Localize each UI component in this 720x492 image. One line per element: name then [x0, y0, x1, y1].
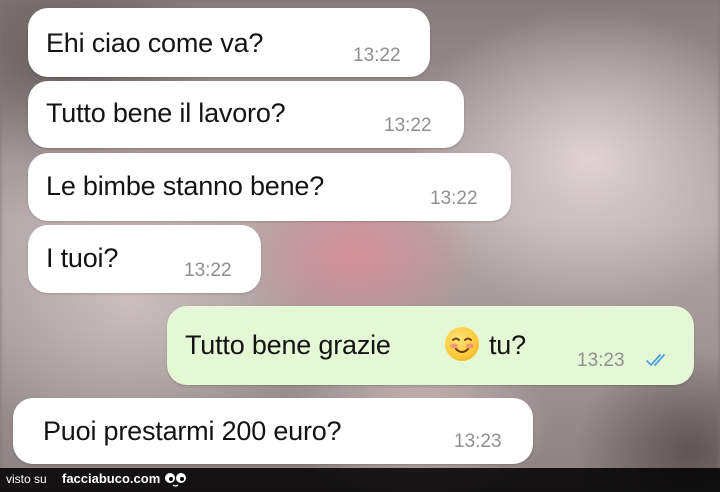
message-text: Puoi prestarmi 200 euro? — [43, 416, 342, 446]
message-timestamp: 13:22 — [430, 188, 478, 209]
message-timestamp: 13:23 — [454, 431, 502, 452]
message-timestamp: 13:22 — [353, 45, 401, 66]
message-bubble-incoming[interactable]: Tutto bene il lavoro? 13:22 — [28, 81, 464, 148]
watermark-footer-bar: visto su facciabuco.com — [0, 468, 720, 492]
smiling-face-with-blush-icon — [445, 327, 479, 361]
message-text-continued: tu? — [489, 330, 526, 360]
double-check-read-icon — [645, 352, 675, 368]
message-bubble-incoming[interactable]: I tuoi? 13:22 — [28, 225, 261, 293]
message-bubble-incoming[interactable]: Le bimbe stanno bene? 13:22 — [28, 153, 511, 221]
footer-visto-label: visto su — [6, 472, 47, 486]
message-timestamp: 13:22 — [384, 115, 432, 136]
message-text: Ehi ciao come va? — [46, 28, 264, 58]
message-timestamp: 13:22 — [184, 260, 232, 281]
message-text: Tutto bene il lavoro? — [46, 98, 286, 128]
message-text: Le bimbe stanno bene? — [46, 171, 325, 201]
message-bubble-incoming[interactable]: Puoi prestarmi 200 euro? 13:23 — [13, 398, 533, 464]
footer-brand-link[interactable]: facciabuco.com — [62, 471, 160, 486]
message-bubble-incoming[interactable]: Ehi ciao come va? 13:22 — [28, 8, 430, 77]
eyes-logo-icon — [164, 471, 188, 487]
message-bubble-outgoing[interactable]: Tutto bene grazie tu? 13:23 — [167, 306, 694, 385]
message-text: Tutto bene grazie — [185, 330, 391, 360]
message-timestamp: 13:23 — [577, 350, 625, 371]
message-text: I tuoi? — [46, 243, 119, 273]
